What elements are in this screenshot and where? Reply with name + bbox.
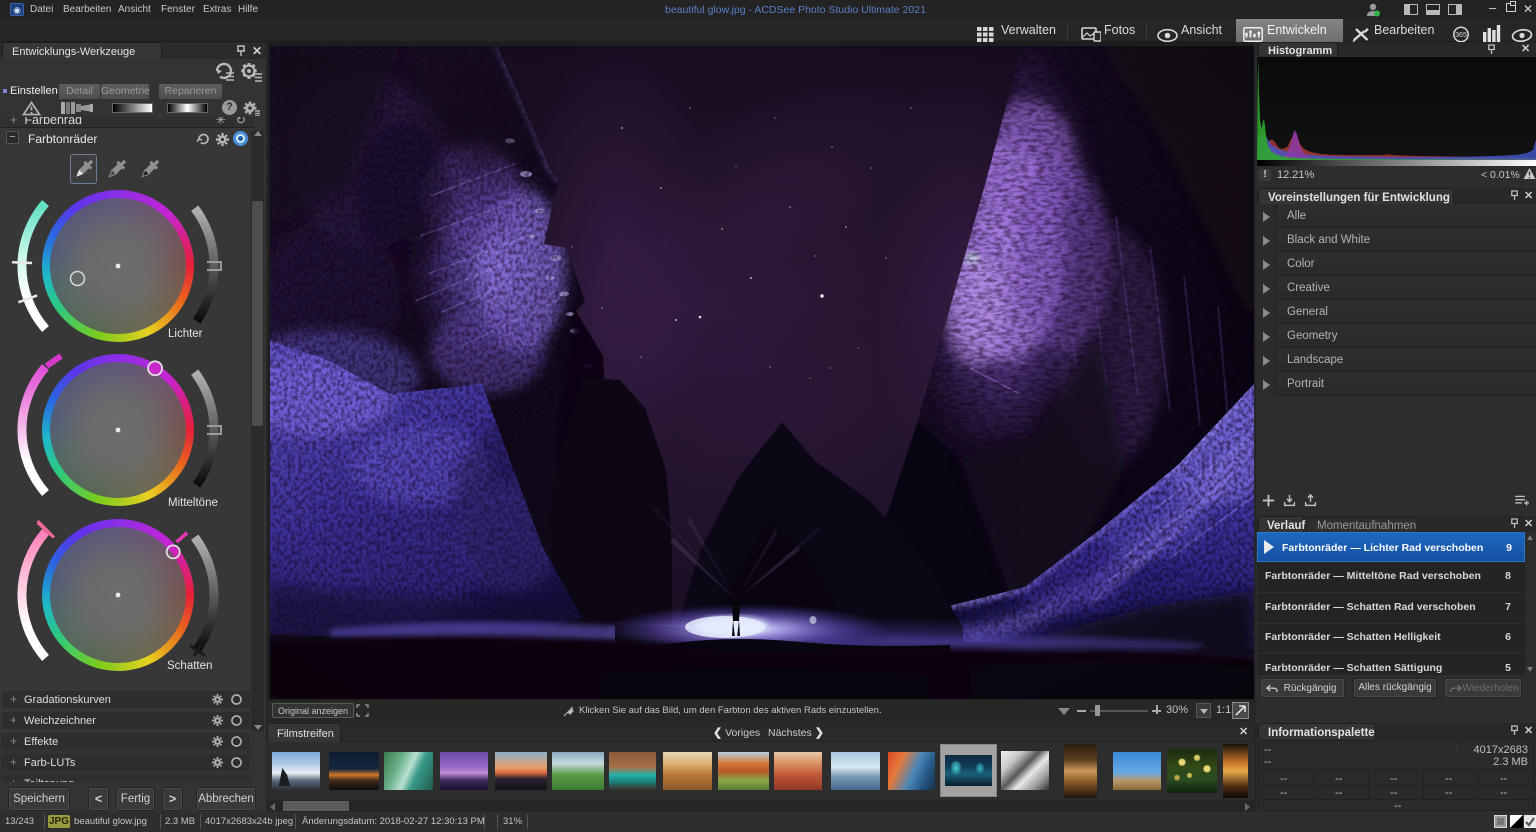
svg-text:365: 365: [1455, 32, 1467, 39]
